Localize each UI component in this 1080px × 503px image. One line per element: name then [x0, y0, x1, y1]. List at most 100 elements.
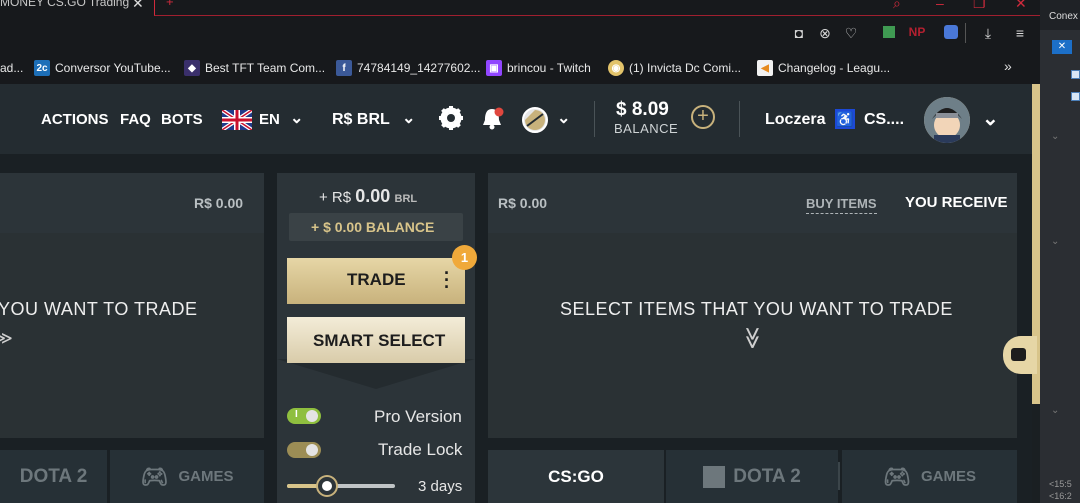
currency-selector[interactable]: R$ BRL [332, 111, 390, 129]
more-options-icon[interactable]: · · · [441, 264, 453, 296]
chevron-down-icon[interactable]: ⌄ [290, 108, 303, 128]
np-extension-icon[interactable]: NP [907, 25, 927, 39]
minimize-icon[interactable]: – [936, 0, 944, 11]
bookmark-item[interactable]: 2c Conversor YouTube... [34, 60, 171, 76]
theme-toggle-icon[interactable] [521, 106, 549, 139]
side-timestamp: <15:5 [1049, 479, 1072, 489]
bookmark-item[interactable]: ad... [0, 60, 23, 76]
tab-divider [154, 0, 1040, 16]
bookmark-label: 74784149_14277602... [357, 61, 481, 75]
heart-icon[interactable]: ♡ [841, 25, 861, 42]
bookmark-label: ad... [0, 61, 24, 75]
bookmark-item[interactable]: ▣ brincou - Twitch [486, 60, 591, 76]
avatar[interactable] [924, 97, 970, 143]
side-checkbox-icon[interactable] [1071, 70, 1080, 79]
left-tab-dota2[interactable]: DOTA 2 [0, 450, 107, 503]
smart-select-label: SMART SELECT [313, 331, 446, 350]
trade-lock-days: 3 days [418, 478, 463, 495]
side-window-title: Conex [1049, 11, 1078, 22]
chevron-down-icon[interactable]: ⌄ [402, 108, 415, 128]
bookmark-label: Conversor YouTube... [55, 61, 171, 75]
tab-close-icon[interactable]: ✕ [132, 0, 144, 12]
gear-icon[interactable] [438, 105, 464, 136]
uk-flag-icon[interactable] [220, 108, 254, 135]
chevron-down-icon: ≫ [740, 326, 766, 350]
trade-balance-line: + $ 0.00 BALANCE [311, 219, 435, 235]
trade-value-prefix: + R$ [319, 189, 352, 206]
trade-button-label: TRADE [347, 270, 406, 289]
nav-divider [739, 101, 740, 137]
username[interactable]: Loczera [765, 111, 825, 129]
extension-grid-icon[interactable] [941, 25, 961, 42]
bookmarks-overflow-icon[interactable]: » [1004, 58, 1012, 74]
nav-divider [594, 101, 595, 137]
left-tab-dota2-label: DOTA 2 [19, 465, 88, 487]
toggle-knob [306, 410, 318, 422]
bookmark-item[interactable]: f 74784149_14277602... [336, 60, 480, 76]
left-panel-prompt: YOU WANT TO TRADE [0, 299, 198, 319]
tab-title[interactable]: MONEY CS.GO Trading [0, 0, 129, 9]
bookmark-label: brincou - Twitch [507, 61, 591, 75]
restore-icon[interactable]: ❐ [973, 0, 986, 12]
side-chevron-icon[interactable]: ⌄ [1051, 236, 1059, 247]
nav-bots[interactable]: BOTS [161, 111, 203, 128]
right-tab-csgo[interactable]: CS:GO [488, 450, 664, 503]
gamepad-icon: 🎮︎ [883, 463, 911, 489]
trade-count-badge: 1 [452, 245, 477, 270]
bookmark-item[interactable]: ◀ Changelog - Leagu... [757, 60, 890, 76]
trade-value-currency: BRL [394, 193, 418, 205]
menu-icon[interactable]: ≡ [1010, 25, 1030, 41]
facebook-icon: f [336, 60, 352, 76]
twitch-icon: ▣ [486, 60, 502, 76]
accessibility-icon: ♿ [835, 109, 855, 129]
right-panel-price: R$ 0.00 [498, 195, 548, 211]
slider-thumb[interactable] [317, 477, 336, 495]
you-receive-title: YOU RECEIVE [905, 194, 1008, 211]
trade-lock-slider[interactable] [287, 477, 395, 495]
bookmark-label: Best TFT Team Com... [205, 61, 326, 75]
league-changelog-icon: ◀ [757, 60, 773, 76]
discord-server-icon: ◉ [608, 60, 624, 76]
left-tab-games[interactable]: 🎮︎ GAMES [110, 450, 264, 503]
bookmark-item[interactable]: ◉ (1) Invicta Dc Comi... [608, 60, 741, 76]
conversor-2c-icon: 2c [34, 60, 50, 76]
chevron-down-icon[interactable]: ⌄ [982, 106, 999, 131]
buy-items-link[interactable]: BUY ITEMS [806, 196, 877, 214]
bookmark-label: Changelog - Leagu... [778, 61, 891, 75]
language-selector[interactable]: EN [259, 111, 280, 128]
trade-lock-label: Trade Lock [378, 440, 463, 459]
add-balance-icon[interactable]: + [691, 105, 715, 129]
gamepad-icon: 🎮︎ [140, 463, 169, 489]
bookmark-item[interactable]: ◆ Best TFT Team Com... [184, 60, 325, 76]
toolbar-divider [965, 23, 966, 43]
bell-icon[interactable] [480, 106, 506, 137]
nav-actions[interactable]: ACTIONS [41, 111, 109, 128]
balance-label: BALANCE [614, 121, 679, 136]
block-icon[interactable]: ⊗ [815, 25, 835, 42]
toggle-knob [306, 444, 318, 456]
close-window-icon[interactable]: ✕ [1015, 0, 1027, 12]
side-timestamp: <16:2 [1049, 491, 1072, 501]
download-icon[interactable]: ⤓ [978, 25, 998, 42]
side-window-close-icon[interactable]: ✕ [1052, 40, 1072, 54]
left-tab-games-label: GAMES [178, 468, 234, 485]
right-tab-csgo-label: CS:GO [548, 466, 604, 486]
right-panel-prompt: SELECT ITEMS THAT YOU WANT TO TRADE [560, 299, 953, 319]
tab-divider [838, 462, 840, 490]
side-chevron-icon[interactable]: ⌄ [1051, 131, 1059, 142]
search-icon[interactable]: ⌕ [893, 0, 901, 12]
nav-faq[interactable]: FAQ [120, 111, 151, 128]
camera-icon[interactable]: ◘ [789, 25, 809, 41]
extension-cube-icon[interactable] [879, 25, 899, 41]
chevron-down-icon[interactable]: ⌄ [557, 108, 570, 128]
trade-value-number: 0.00 [355, 186, 391, 206]
right-tab-games[interactable]: 🎮︎ GAMES [842, 450, 1017, 503]
right-tab-dota2-label: DOTA 2 [733, 465, 801, 487]
new-tab-icon[interactable]: + [166, 0, 174, 9]
right-tab-dota2[interactable]: DOTA 2 [666, 450, 838, 503]
left-panel-body[interactable] [0, 233, 264, 438]
side-checkbox-icon[interactable] [1071, 92, 1080, 101]
side-chevron-icon[interactable]: ⌄ [1051, 405, 1059, 416]
bookmark-label: (1) Invicta Dc Comi... [629, 61, 742, 75]
right-tab-games-label: GAMES [920, 468, 976, 485]
